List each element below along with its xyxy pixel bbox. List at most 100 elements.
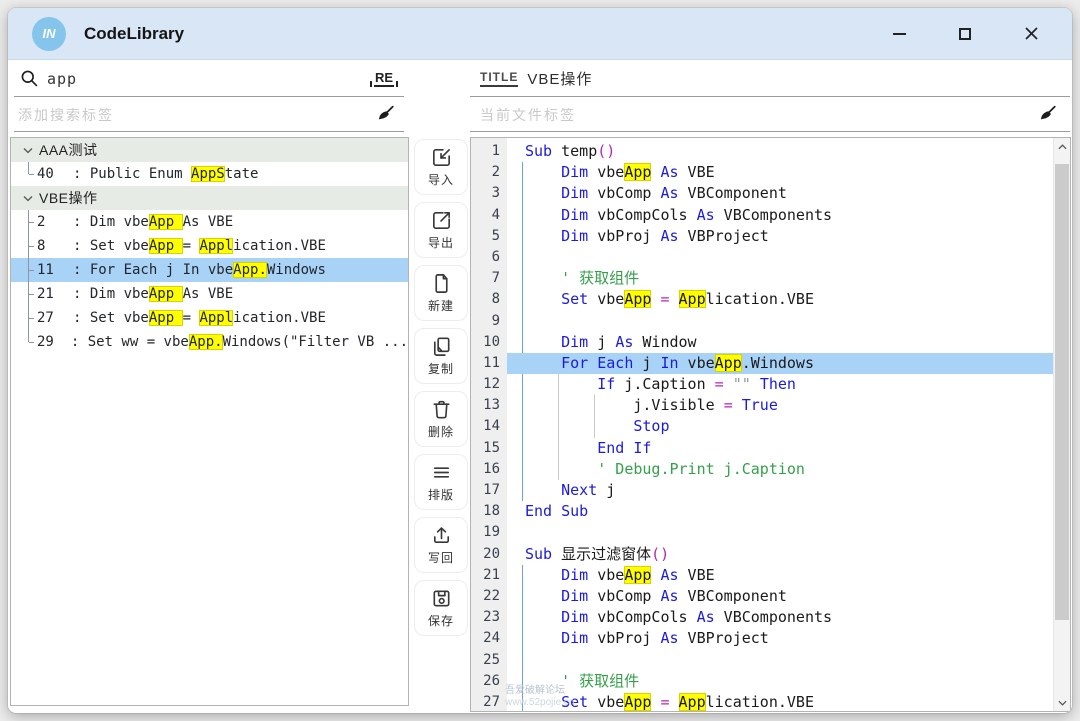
code-line[interactable]: ' Debug.Print j.Caption bbox=[507, 459, 1053, 480]
code-line[interactable]: End Sub bbox=[507, 501, 1053, 522]
chevron-down-icon bbox=[22, 192, 34, 204]
line-number: 15 bbox=[471, 438, 507, 459]
code-line[interactable]: Dim vbCompCols As VBComponents bbox=[507, 205, 1053, 226]
search-match-highlight: App bbox=[149, 214, 183, 230]
maximize-button[interactable] bbox=[954, 23, 976, 45]
code-line[interactable] bbox=[507, 650, 1053, 671]
code-token: Stop bbox=[633, 417, 669, 435]
delete-button[interactable]: 删除 bbox=[414, 391, 468, 447]
search-input[interactable] bbox=[47, 70, 374, 88]
tree-item-row[interactable]: 40: Public Enum AppState bbox=[11, 162, 408, 186]
tree-item-line-number: 29 bbox=[37, 334, 71, 350]
tree-item-line-number: 40 bbox=[37, 166, 73, 182]
code-editor[interactable]: 1234567891011121314151617181920212223242… bbox=[470, 137, 1071, 712]
document-title[interactable]: VBE操作 bbox=[527, 68, 592, 89]
document-title-bar: TITLE VBE操作 bbox=[470, 60, 1072, 97]
code-line[interactable]: Dim vbComp As VBComponent bbox=[507, 183, 1053, 204]
code-line[interactable]: Dim vbProj As VBProject bbox=[507, 628, 1053, 649]
tree-item-row[interactable]: 21: Dim vbeApp As VBE bbox=[11, 282, 408, 306]
code-token: vbComp bbox=[588, 184, 660, 202]
search-match-highlight: App bbox=[149, 310, 183, 326]
code-token bbox=[525, 184, 561, 202]
code-line[interactable]: For Each j In vbeApp.Windows bbox=[507, 353, 1053, 374]
export-button[interactable]: 导出 bbox=[414, 202, 468, 258]
code-line[interactable]: ' 获取组件 bbox=[507, 671, 1053, 692]
clear-search-tags-button[interactable] bbox=[375, 104, 396, 125]
regex-toggle-button[interactable]: RE bbox=[374, 70, 394, 87]
close-button[interactable] bbox=[1020, 23, 1042, 45]
code-token bbox=[525, 693, 561, 711]
toolbar-button-label: 新建 bbox=[428, 297, 454, 314]
code-line[interactable]: Set vbeApp = Application.VBE bbox=[507, 289, 1053, 310]
code-line[interactable]: j.Visible = True bbox=[507, 395, 1053, 416]
clear-document-tags-button[interactable] bbox=[1037, 104, 1058, 125]
tree-item-code: : Dim vbeApp As VBE bbox=[73, 214, 233, 230]
line-number: 21 bbox=[471, 565, 507, 586]
tree-group-row[interactable]: VBE操作 bbox=[11, 186, 408, 210]
tree-item-row[interactable]: 8: Set vbeApp = Application.VBE bbox=[11, 234, 408, 258]
code-token bbox=[525, 566, 561, 584]
scroll-up-button[interactable] bbox=[1054, 138, 1070, 155]
code-line[interactable]: Dim vbeApp As VBE bbox=[507, 162, 1053, 183]
code-token: Set bbox=[561, 290, 588, 308]
scrollbar-thumb[interactable] bbox=[1055, 164, 1069, 620]
code-line[interactable]: Dim vbProj As VBProject bbox=[507, 226, 1053, 247]
save-button[interactable]: 保存 bbox=[414, 580, 468, 636]
code-line[interactable]: Dim vbeApp As VBE bbox=[507, 565, 1053, 586]
search-tag-input[interactable] bbox=[18, 107, 375, 123]
code-token: j.Visible bbox=[525, 396, 724, 414]
code-token: = bbox=[660, 693, 669, 711]
document-tag-bar bbox=[470, 97, 1072, 132]
code-line[interactable] bbox=[507, 311, 1053, 332]
code-line[interactable]: ' 获取组件 bbox=[507, 268, 1053, 289]
code-token: 显示过滤窗体 bbox=[552, 545, 651, 563]
code-token bbox=[525, 163, 561, 181]
line-number: 5 bbox=[471, 226, 507, 247]
code-line[interactable]: Dim vbCompCols As VBComponents bbox=[507, 607, 1053, 628]
code-token: vbProj bbox=[588, 629, 660, 647]
document-tag-input[interactable] bbox=[480, 107, 1037, 123]
writeback-button[interactable]: 写回 bbox=[414, 517, 468, 573]
vertical-scrollbar[interactable] bbox=[1053, 138, 1070, 711]
code-line[interactable]: End If bbox=[507, 438, 1053, 459]
code-lines[interactable]: Sub temp() Dim vbeApp As VBE Dim vbComp … bbox=[507, 138, 1053, 711]
line-number: 23 bbox=[471, 607, 507, 628]
code-line[interactable]: Dim j As Window bbox=[507, 332, 1053, 353]
code-token bbox=[733, 396, 742, 414]
new-button[interactable]: 新建 bbox=[414, 265, 468, 321]
code-line[interactable]: Next j bbox=[507, 480, 1053, 501]
code-token bbox=[525, 481, 561, 499]
code-token bbox=[525, 206, 561, 224]
code-line[interactable]: Dim vbComp As VBComponent bbox=[507, 586, 1053, 607]
code-line[interactable]: If j.Caption = "" Then bbox=[507, 374, 1053, 395]
code-line[interactable] bbox=[507, 247, 1053, 268]
code-line[interactable]: Stop bbox=[507, 416, 1053, 437]
code-line[interactable] bbox=[507, 522, 1053, 543]
minimize-button[interactable] bbox=[888, 23, 910, 45]
format-button[interactable]: 排版 bbox=[414, 454, 468, 510]
code-token bbox=[525, 227, 561, 245]
tree-item-row[interactable]: 11: For Each j In vbeApp.Windows bbox=[11, 258, 408, 282]
code-token bbox=[525, 587, 561, 605]
code-token: Set bbox=[561, 693, 588, 711]
search-match-highlight: App bbox=[679, 693, 706, 711]
code-line[interactable]: Set vbeApp = Application.VBE bbox=[507, 692, 1053, 712]
scroll-down-button[interactable] bbox=[1054, 694, 1070, 711]
code-token: As bbox=[660, 163, 678, 181]
code-token bbox=[525, 608, 561, 626]
code-line[interactable]: Sub 显示过滤窗体() bbox=[507, 544, 1053, 565]
tree-item-row[interactable]: 29: Set ww = vbeApp.Windows("Filter VB .… bbox=[11, 330, 408, 354]
line-number: 24 bbox=[471, 628, 507, 649]
code-token: As bbox=[697, 608, 715, 626]
brush-icon bbox=[1037, 104, 1058, 125]
line-number: 1 bbox=[471, 141, 507, 162]
line-number: 27 bbox=[471, 692, 507, 712]
import-button[interactable]: 导入 bbox=[414, 139, 468, 195]
tree-group-row[interactable]: AAA测试 bbox=[11, 138, 408, 162]
tree-item-row[interactable]: 27: Set vbeApp = Application.VBE bbox=[11, 306, 408, 330]
code-token: Dim bbox=[561, 587, 588, 605]
code-line[interactable]: Sub temp() bbox=[507, 141, 1053, 162]
tree-item-row[interactable]: 2: Dim vbeApp As VBE bbox=[11, 210, 408, 234]
copy-button[interactable]: 复制 bbox=[414, 328, 468, 384]
code-token bbox=[525, 375, 597, 393]
